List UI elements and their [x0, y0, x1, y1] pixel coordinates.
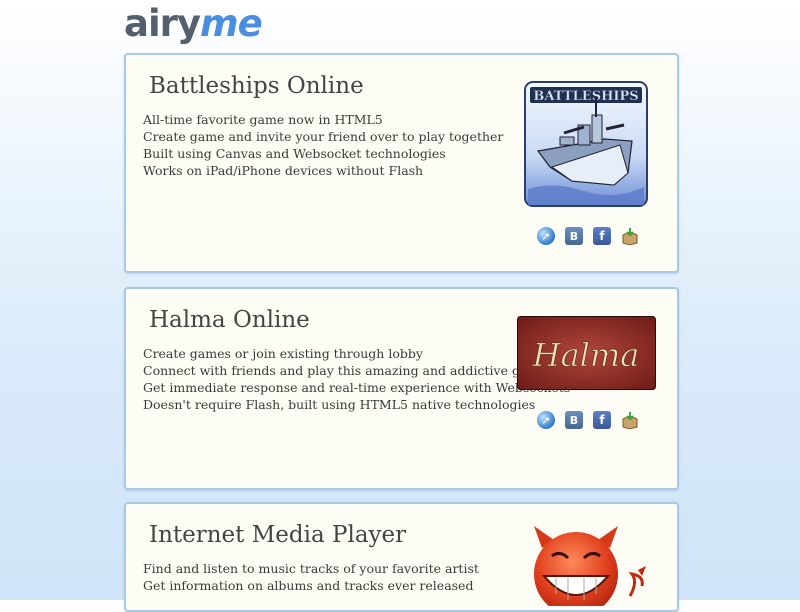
feature-item: Find and listen to music tracks of your …: [143, 561, 479, 576]
feature-item: Create games or join existing through lo…: [143, 346, 423, 361]
logo-text-airy: airy: [124, 2, 201, 45]
download-box-icon[interactable]: [621, 411, 639, 429]
vkontakte-icon[interactable]: B: [565, 411, 583, 429]
project-title[interactable]: Halma Online: [149, 307, 310, 333]
battleships-logo-text: BATTLESHIPS: [533, 89, 638, 104]
download-box-icon[interactable]: [621, 227, 639, 245]
feature-item: Works on iPad/iPhone devices without Fla…: [143, 163, 424, 178]
feature-item: Create game and invite your friend over …: [143, 129, 504, 144]
feature-list: Create games or join existing through lo…: [143, 345, 570, 413]
project-links: ➚ B f: [537, 411, 639, 429]
site-logo[interactable]: airyme: [124, 2, 263, 45]
project-title[interactable]: Internet Media Player: [149, 522, 406, 548]
vkontakte-icon[interactable]: B: [565, 227, 583, 245]
logo-text-me: me: [200, 2, 263, 45]
website-icon[interactable]: ➚: [537, 411, 555, 429]
devil-smiley-thumbnail[interactable]: [526, 526, 656, 606]
halma-logo-text: Halma: [532, 336, 640, 374]
feature-item: Connect with friends and play this amazi…: [143, 363, 547, 378]
battleships-thumbnail[interactable]: BATTLESHIPS: [524, 81, 648, 207]
feature-item: Doesn't require Flash, built using HTML5…: [143, 397, 536, 412]
feature-item: Get information on albums and tracks eve…: [143, 578, 474, 593]
feature-item: Get immediate response and real-time exp…: [143, 380, 571, 395]
feature-list: Find and listen to music tracks of your …: [143, 560, 479, 594]
project-card-halma: Halma Online Create games or join existi…: [124, 287, 679, 490]
feature-item: Built using Canvas and Websocket technol…: [143, 146, 446, 161]
project-card-battleships: Battleships Online All-time favorite gam…: [124, 53, 679, 273]
feature-item: All-time favorite game now in HTML5: [143, 112, 383, 127]
project-links: ➚ B f: [537, 227, 639, 245]
website-icon[interactable]: ➚: [537, 227, 555, 245]
project-title[interactable]: Battleships Online: [149, 73, 364, 99]
project-card-media-player: Internet Media Player Find and listen to…: [124, 502, 679, 612]
facebook-icon[interactable]: f: [593, 411, 611, 429]
facebook-icon[interactable]: f: [593, 227, 611, 245]
halma-thumbnail[interactable]: Halma: [517, 316, 656, 390]
feature-list: All-time favorite game now in HTML5 Crea…: [143, 111, 503, 179]
